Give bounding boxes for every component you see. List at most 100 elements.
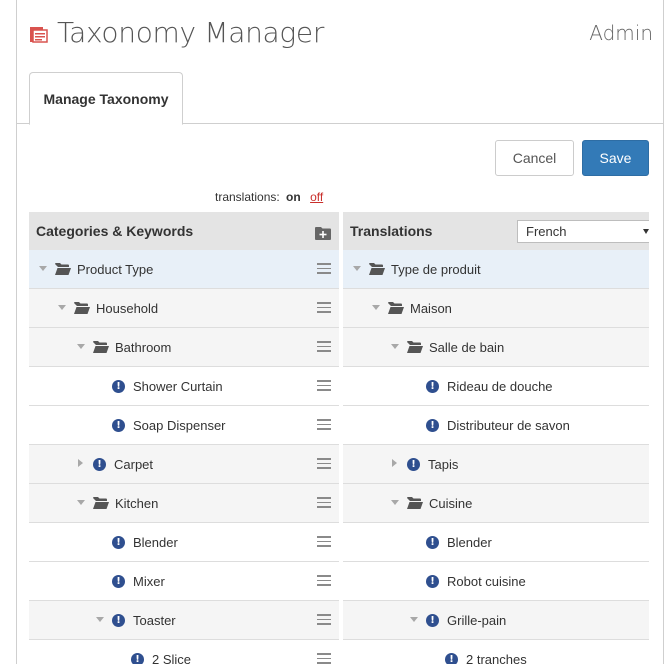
alert-icon: ! bbox=[426, 379, 439, 393]
caret-down-icon[interactable] bbox=[95, 615, 105, 625]
folder-open-icon bbox=[407, 341, 423, 353]
tree-row[interactable]: ! Blender bbox=[343, 523, 649, 562]
drag-handle-icon[interactable] bbox=[317, 458, 331, 470]
translations-toggle: translations: on off bbox=[215, 190, 323, 204]
tree-row-label: Grille-pain bbox=[447, 612, 507, 628]
alert-icon: ! bbox=[426, 613, 439, 627]
cancel-button[interactable]: Cancel bbox=[495, 140, 574, 176]
drag-handle-icon[interactable] bbox=[317, 497, 331, 509]
caret-down-icon[interactable] bbox=[371, 303, 381, 313]
drag-handle-icon[interactable] bbox=[317, 653, 331, 664]
tree-row-content: ! Robot cuisine bbox=[426, 562, 526, 600]
caret-down-icon[interactable] bbox=[390, 498, 400, 508]
alert-icon: ! bbox=[112, 613, 125, 627]
tree-row[interactable]: ! Mixer bbox=[29, 562, 339, 601]
alert-icon: ! bbox=[445, 652, 458, 664]
tree-row-content: Kitchen bbox=[76, 484, 158, 522]
tree-row-content: ! Toaster bbox=[95, 601, 176, 639]
translations-on-option[interactable]: on bbox=[286, 190, 301, 204]
tree-row[interactable]: Kitchen bbox=[29, 484, 339, 523]
tree-row-content: Product Type bbox=[38, 250, 153, 288]
tree-row[interactable]: Household bbox=[29, 289, 339, 328]
tree-row[interactable]: Bathroom bbox=[29, 328, 339, 367]
tree-row-content: Maison bbox=[371, 289, 452, 327]
drag-handle-icon[interactable] bbox=[317, 341, 331, 353]
caret-down-icon[interactable] bbox=[409, 615, 419, 625]
drag-handle-icon[interactable] bbox=[317, 263, 331, 275]
folder-open-icon bbox=[93, 497, 109, 509]
folder-open-icon bbox=[407, 497, 423, 509]
caret-down-icon[interactable] bbox=[57, 303, 67, 313]
alert-icon: ! bbox=[112, 574, 125, 588]
tree-row-label: Salle de bain bbox=[429, 339, 505, 355]
tree-row[interactable]: Maison bbox=[343, 289, 649, 328]
taxonomy-logo-icon bbox=[30, 27, 48, 43]
tree-row-label: Robot cuisine bbox=[447, 573, 526, 589]
tree-row-label: Type de produit bbox=[391, 261, 481, 277]
alert-icon: ! bbox=[426, 574, 439, 588]
drag-handle-icon[interactable] bbox=[317, 614, 331, 626]
tree-row-content: ! Grille-pain bbox=[409, 601, 506, 639]
tree-row-content: ! Blender bbox=[426, 523, 492, 561]
tree-row[interactable]: ! Tapis bbox=[343, 445, 649, 484]
caret-down-icon[interactable] bbox=[76, 498, 86, 508]
tree-row-label: Blender bbox=[133, 534, 178, 550]
tree-row[interactable]: Product Type bbox=[29, 250, 339, 289]
tree-row-content: ! 2 Slice bbox=[131, 640, 191, 664]
save-button[interactable]: Save bbox=[582, 140, 649, 176]
tree-row[interactable]: ! Toaster bbox=[29, 601, 339, 640]
caret-down-icon[interactable] bbox=[352, 264, 362, 274]
language-select-value: French bbox=[526, 224, 567, 239]
tree-row-label: Toaster bbox=[133, 612, 176, 628]
translations-tree: Type de produit Maison Salle de bain! Ridea… bbox=[343, 250, 649, 664]
tree-row[interactable]: ! Blender bbox=[29, 523, 339, 562]
tree-row-content: ! Tapis bbox=[390, 445, 458, 483]
translations-off-link[interactable]: off bbox=[310, 190, 323, 204]
tree-row-label: 2 Slice bbox=[152, 651, 192, 664]
caret-down-icon[interactable] bbox=[390, 342, 400, 352]
tree-row-content: ! 2 tranches bbox=[445, 640, 527, 664]
tree-row[interactable]: ! Grille-pain bbox=[343, 601, 649, 640]
tree-row-label: Distributeur de savon bbox=[447, 417, 570, 433]
folder-open-icon bbox=[55, 263, 71, 275]
language-select[interactable]: French bbox=[517, 220, 649, 243]
drag-handle-icon[interactable] bbox=[317, 419, 331, 431]
drag-handle-icon[interactable] bbox=[317, 380, 331, 392]
tree-row[interactable]: ! 2 tranches bbox=[343, 640, 649, 664]
tree-row[interactable]: ! Carpet bbox=[29, 445, 339, 484]
tree-row-content: ! Distributeur de savon bbox=[426, 406, 570, 444]
folder-open-icon bbox=[74, 302, 90, 314]
drag-handle-icon[interactable] bbox=[317, 536, 331, 548]
categories-panel-header: Categories & Keywords bbox=[29, 212, 339, 250]
tree-row[interactable]: ! Soap Dispenser bbox=[29, 406, 339, 445]
alert-icon: ! bbox=[407, 457, 420, 471]
tree-row[interactable]: Cuisine bbox=[343, 484, 649, 523]
categories-panel-title: Categories & Keywords bbox=[36, 223, 194, 239]
admin-link[interactable]: Admin bbox=[589, 21, 653, 45]
tree-row-label: Tapis bbox=[428, 456, 459, 472]
drag-handle-icon[interactable] bbox=[317, 302, 331, 314]
tree-row[interactable]: ! Rideau de douche bbox=[343, 367, 649, 406]
caret-down-icon[interactable] bbox=[76, 342, 86, 352]
tree-row[interactable]: Type de produit bbox=[343, 250, 649, 289]
alert-icon: ! bbox=[426, 535, 439, 549]
alert-icon: ! bbox=[112, 418, 125, 432]
tree-row[interactable]: ! 2 Slice bbox=[29, 640, 339, 664]
folder-open-icon bbox=[369, 263, 385, 275]
tree-row-label: Rideau de douche bbox=[447, 378, 553, 394]
caret-right-icon[interactable] bbox=[390, 459, 400, 469]
translations-panel-title: Translations bbox=[350, 223, 433, 239]
caret-right-icon[interactable] bbox=[76, 459, 86, 469]
tree-row[interactable]: ! Shower Curtain bbox=[29, 367, 339, 406]
translations-panel: Translations French Type de produit Maiso… bbox=[343, 212, 649, 664]
tab-manage-taxonomy[interactable]: Manage Taxonomy bbox=[29, 72, 183, 125]
alert-icon: ! bbox=[131, 652, 144, 664]
taxonomy-manager-window: Taxonomy Manager Admin Manage Taxonomy C… bbox=[16, 0, 664, 664]
drag-handle-icon[interactable] bbox=[317, 575, 331, 587]
tree-row[interactable]: ! Distributeur de savon bbox=[343, 406, 649, 445]
tree-row[interactable]: ! Robot cuisine bbox=[343, 562, 649, 601]
caret-down-icon bbox=[643, 229, 649, 234]
add-folder-icon[interactable] bbox=[315, 226, 331, 240]
caret-down-icon[interactable] bbox=[38, 264, 48, 274]
tree-row[interactable]: Salle de bain bbox=[343, 328, 649, 367]
